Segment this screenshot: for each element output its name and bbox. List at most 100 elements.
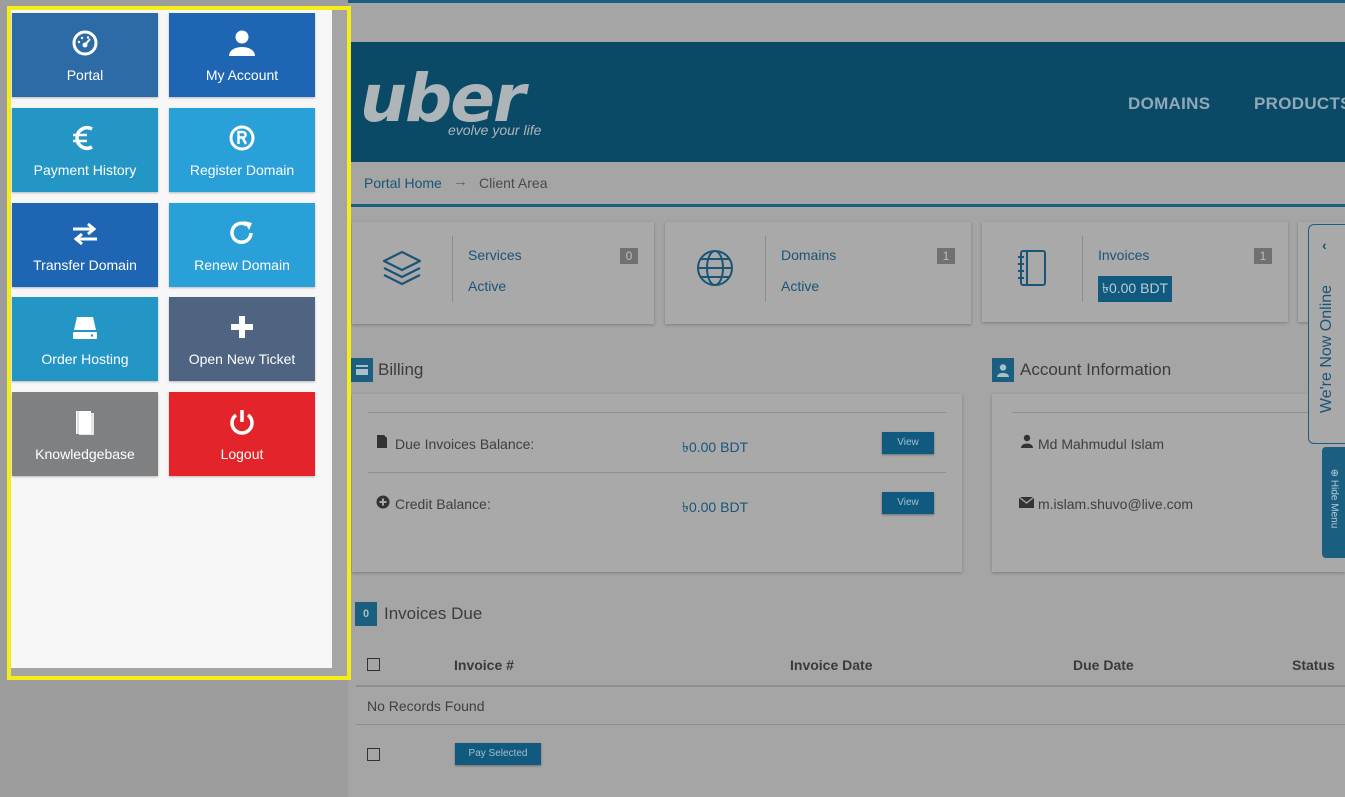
divider bbox=[1012, 412, 1345, 413]
live-chat-label: We're Now Online bbox=[1318, 284, 1335, 414]
stat-count-badge: 1 bbox=[1254, 248, 1272, 264]
user-icon bbox=[229, 30, 255, 56]
globe-icon bbox=[697, 250, 733, 286]
due-invoices-amount: ৳0.00 BDT bbox=[682, 439, 749, 455]
col-invoice-number[interactable]: Invoice # bbox=[454, 657, 514, 673]
registered-icon bbox=[229, 125, 255, 151]
euro-icon bbox=[73, 125, 93, 151]
chevron-left-icon[interactable]: ‹ bbox=[1322, 237, 1327, 253]
quick-menu-panel: Portal My Account Payment History Regist… bbox=[11, 10, 332, 668]
tile-label: Register Domain bbox=[189, 162, 295, 178]
stat-label: Domains bbox=[781, 247, 837, 263]
tile-order-hosting[interactable]: Order Hosting bbox=[12, 297, 158, 381]
stat-sub: ৳0.00 BDT bbox=[1098, 276, 1173, 302]
tile-label: Knowledgebase bbox=[35, 446, 135, 462]
billing-icon bbox=[351, 358, 373, 382]
pay-selected-button[interactable]: Pay Selected bbox=[455, 743, 541, 765]
table-row-divider bbox=[356, 724, 1345, 725]
stat-sub: Active bbox=[781, 278, 820, 294]
invoices-due-count-badge: 0 bbox=[355, 602, 377, 626]
live-chat-tab[interactable]: ‹ We're Now Online bbox=[1308, 224, 1345, 444]
transfer-icon bbox=[73, 222, 97, 246]
tile-label: Renew Domain bbox=[194, 257, 290, 273]
tile-my-account[interactable]: My Account bbox=[169, 13, 315, 97]
nav-domains[interactable]: DOMAINS bbox=[1128, 94, 1210, 114]
plus-circle-icon bbox=[376, 495, 390, 509]
arrow-up-circle-icon: ⊕ bbox=[1328, 468, 1340, 478]
document-icon bbox=[377, 435, 387, 448]
tile-label: My Account bbox=[205, 67, 279, 83]
tile-open-new-ticket[interactable]: Open New Ticket bbox=[169, 297, 315, 381]
account-panel: Md Mahmudul Islam m.islam.shuvo@live.com bbox=[992, 394, 1345, 572]
breadcrumb-portal-home[interactable]: Portal Home bbox=[364, 175, 442, 191]
credit-balance-amount: ৳0.00 BDT bbox=[682, 499, 749, 515]
tile-logout[interactable]: Logout bbox=[169, 392, 315, 476]
notebook-icon bbox=[1018, 250, 1046, 286]
stat-domains[interactable]: Domains Active 1 bbox=[665, 222, 971, 324]
tile-label: Transfer Domain bbox=[33, 257, 137, 273]
col-invoice-date[interactable]: Invoice Date bbox=[790, 657, 872, 673]
site-header: uber evolve your life DOMAINS PRODUCTS bbox=[348, 42, 1345, 162]
stat-count-badge: 0 bbox=[620, 248, 638, 264]
stat-invoices[interactable]: Invoices ৳0.00 BDT 1 bbox=[982, 222, 1288, 322]
billing-panel: Due Invoices Balance: ৳0.00 BDT View Cre… bbox=[352, 394, 962, 572]
power-icon bbox=[230, 410, 254, 435]
divider bbox=[368, 412, 946, 413]
tile-payment-history[interactable]: Payment History bbox=[12, 108, 158, 192]
account-info-title: Account Information bbox=[1020, 360, 1172, 379]
quick-menu-highlight: Portal My Account Payment History Regist… bbox=[7, 6, 351, 680]
hide-menu-text: Hide Menu bbox=[1328, 479, 1340, 529]
account-icon bbox=[992, 358, 1014, 382]
tile-transfer-domain[interactable]: Transfer Domain bbox=[12, 203, 158, 287]
nav-products[interactable]: PRODUCTS bbox=[1254, 94, 1345, 114]
stat-sub: Active bbox=[468, 278, 507, 294]
no-records-text: No Records Found bbox=[367, 698, 485, 714]
divider bbox=[368, 472, 946, 473]
top-accent-line bbox=[348, 0, 1345, 3]
tile-label: Portal bbox=[66, 67, 104, 83]
table-header-divider bbox=[356, 685, 1345, 687]
tile-label: Order Hosting bbox=[41, 351, 129, 367]
col-status[interactable]: Status bbox=[1292, 657, 1335, 673]
stat-services[interactable]: Services Active 0 bbox=[352, 222, 654, 324]
breadcrumb-arrow-icon: → bbox=[453, 173, 468, 190]
breadcrumb: Portal Home → Client Area bbox=[348, 162, 1345, 207]
book-icon bbox=[76, 411, 94, 435]
breadcrumb-current: Client Area bbox=[479, 175, 548, 191]
stat-divider bbox=[1082, 236, 1083, 302]
stat-divider bbox=[452, 236, 453, 302]
stat-label: Invoices bbox=[1098, 247, 1150, 263]
account-email: m.islam.shuvo@live.com bbox=[1038, 496, 1194, 512]
envelope-icon bbox=[1019, 497, 1034, 508]
hide-menu-label: ⊕ Hide Menu bbox=[1329, 459, 1340, 539]
stat-count-badge: 1 bbox=[937, 248, 955, 264]
user-icon bbox=[1021, 434, 1033, 448]
tile-portal[interactable]: Portal bbox=[12, 13, 158, 97]
tile-register-domain[interactable]: Register Domain bbox=[169, 108, 315, 192]
due-invoices-label: Due Invoices Balance: bbox=[395, 436, 535, 452]
tile-label: Open New Ticket bbox=[188, 351, 296, 367]
invoices-due-title: Invoices Due bbox=[384, 604, 483, 623]
tile-label: Logout bbox=[220, 446, 264, 462]
plus-icon bbox=[231, 316, 253, 338]
stat-label: Services bbox=[468, 247, 522, 263]
brand-tagline: evolve your life bbox=[448, 122, 542, 138]
account-name: Md Mahmudul Islam bbox=[1038, 436, 1165, 452]
select-all-checkbox[interactable] bbox=[367, 658, 380, 671]
view-credit-button[interactable]: View bbox=[882, 492, 934, 514]
client-area-page: uber evolve your life DOMAINS PRODUCTS P… bbox=[348, 0, 1345, 797]
server-icon bbox=[73, 317, 97, 339]
view-due-button[interactable]: View bbox=[882, 432, 934, 454]
billing-title: Billing bbox=[378, 360, 424, 379]
dashboard-icon bbox=[72, 30, 98, 56]
layers-icon bbox=[382, 250, 422, 286]
row-checkbox[interactable] bbox=[367, 748, 380, 761]
col-due-date[interactable]: Due Date bbox=[1073, 657, 1134, 673]
tile-knowledgebase[interactable]: Knowledgebase bbox=[12, 392, 158, 476]
hide-menu-tab[interactable]: ⊕ Hide Menu bbox=[1322, 447, 1345, 558]
refresh-icon bbox=[230, 221, 253, 244]
tile-renew-domain[interactable]: Renew Domain bbox=[169, 203, 315, 287]
credit-balance-label: Credit Balance: bbox=[395, 496, 491, 512]
stat-divider bbox=[765, 236, 766, 302]
tile-label: Payment History bbox=[33, 162, 137, 178]
